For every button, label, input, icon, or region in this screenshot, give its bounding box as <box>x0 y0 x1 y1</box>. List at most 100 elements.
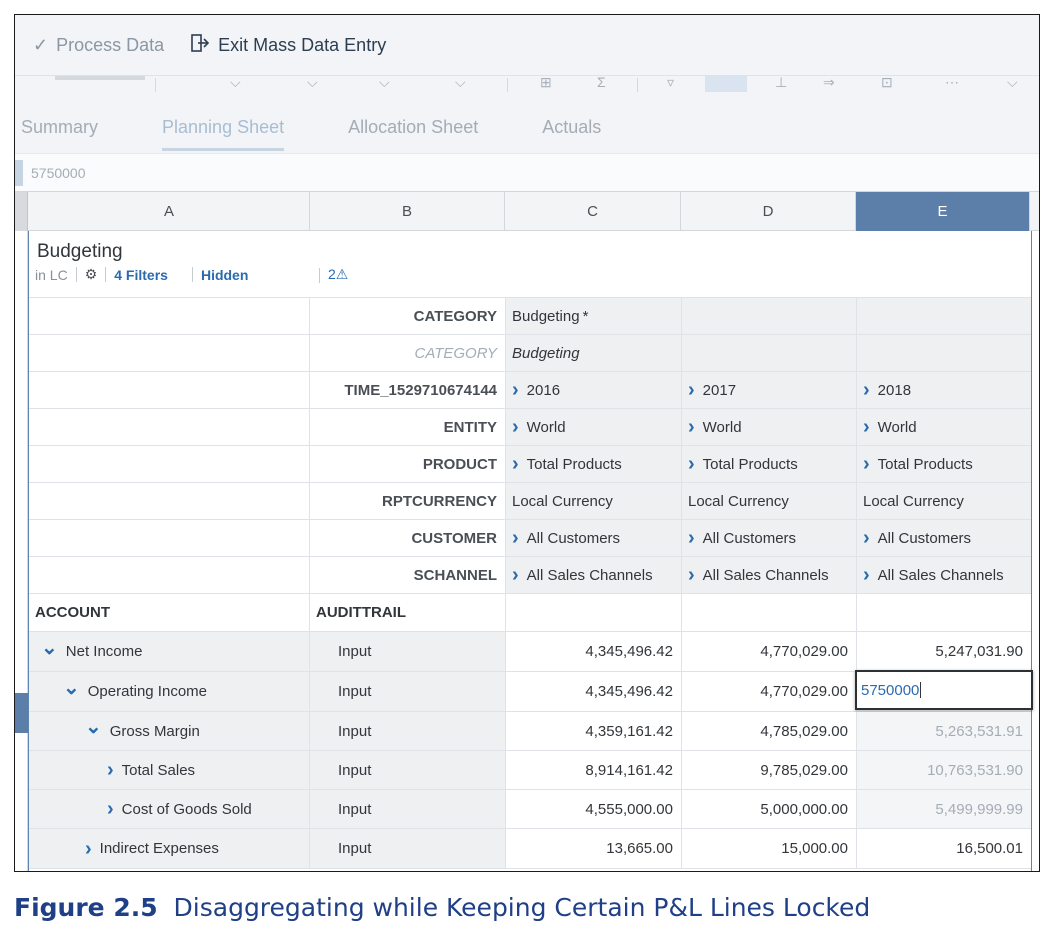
chevron-right-icon[interactable]: › <box>863 379 870 402</box>
toolbar-filter-icon[interactable]: ▿ <box>667 76 674 89</box>
dimension-member-cell-e[interactable]: › Total Products <box>857 446 1031 483</box>
chevron-down-icon[interactable]: ⌄ <box>41 638 58 658</box>
chevron-right-icon[interactable]: › <box>107 799 114 819</box>
account-label: Cost of Goods Sold <box>121 800 252 818</box>
chevron-right-icon[interactable]: › <box>107 760 114 780</box>
tab-planning-sheet-label: Planning Sheet <box>162 117 285 137</box>
account-cell[interactable]: › Total Sales <box>29 751 310 790</box>
cell-edit-input[interactable]: 5750000 <box>855 670 1033 710</box>
value-cell-c[interactable]: 4,555,000.00 <box>506 790 682 829</box>
toolbar-chart-icon[interactable]: ⌵ <box>307 76 318 89</box>
exit-mass-data-entry-button[interactable]: Exit Mass Data Entry <box>190 33 386 58</box>
value-cell-e[interactable]: 5,499,999.99 <box>857 790 1031 829</box>
value-cell-c[interactable]: 8,914,161.42 <box>506 751 682 790</box>
value-cell-d[interactable]: 5,000,000.00 <box>682 790 857 829</box>
process-data-button[interactable]: ✓ Process Data <box>33 35 164 56</box>
tab-planning-sheet[interactable]: Planning Sheet <box>162 101 285 153</box>
dimension-member-cell-c[interactable]: › Total Products <box>506 446 682 483</box>
dimension-member-cell-d <box>682 298 857 335</box>
dimension-member-cell-e[interactable]: › 2018 <box>857 372 1031 409</box>
dimension-member-cell-c[interactable]: Budgeting <box>506 335 682 372</box>
toolbar-share-icon[interactable]: ⌵ <box>455 76 466 89</box>
toolbar-table-icon[interactable]: ⌵ <box>379 76 390 89</box>
value-cell-d[interactable]: 4,785,029.00 <box>682 712 857 751</box>
dimension-member-cell-d[interactable]: Local Currency <box>682 483 857 520</box>
dimension-member-cell-e[interactable]: › World <box>857 409 1031 446</box>
value-cell-d[interactable]: 4,770,029.00 <box>682 672 857 712</box>
tab-summary[interactable]: Summary <box>21 101 98 153</box>
filters-link[interactable]: 4 Filters <box>114 267 168 283</box>
chevron-right-icon[interactable]: › <box>863 527 870 550</box>
chevron-right-icon[interactable]: › <box>512 379 519 402</box>
chevron-right-icon[interactable]: › <box>688 564 695 587</box>
toolbar-more-icon[interactable]: ⋯ <box>945 76 959 89</box>
value-cell-c[interactable]: 4,359,161.42 <box>506 712 682 751</box>
chevron-right-icon[interactable]: › <box>688 379 695 402</box>
dimension-member-cell-d[interactable]: › Total Products <box>682 446 857 483</box>
chevron-right-icon[interactable]: › <box>512 564 519 587</box>
dimension-member-cell-c[interactable]: › All Sales Channels <box>506 557 682 594</box>
column-header-c[interactable]: C <box>505 192 681 231</box>
value-cell-d[interactable]: 9,785,029.00 <box>682 751 857 790</box>
value-cell-e[interactable]: 16,500.01 <box>857 829 1031 869</box>
dimension-member-cell-e[interactable]: › All Customers <box>857 520 1031 557</box>
audittrail-cell: Input <box>310 829 506 869</box>
dimension-member-cell-d[interactable]: › All Customers <box>682 520 857 557</box>
value-cell-e[interactable]: 5,263,531.91 <box>857 712 1031 751</box>
warnings-indicator[interactable]: 2⚠ <box>319 266 348 283</box>
chevron-right-icon[interactable]: › <box>512 527 519 550</box>
dimension-member-cell-c[interactable]: Budgeting * <box>506 298 682 335</box>
chevron-right-icon[interactable]: › <box>688 527 695 550</box>
toolbar-grid-icon[interactable]: ⊞ <box>540 76 552 89</box>
value-cell-e[interactable]: 5,247,031.90 <box>857 632 1031 672</box>
chevron-right-icon[interactable]: › <box>512 453 519 476</box>
account-cell[interactable]: › Cost of Goods Sold <box>29 790 310 829</box>
formula-bar[interactable]: 5750000 <box>15 153 1039 191</box>
chevron-right-icon[interactable]: › <box>863 564 870 587</box>
account-cell[interactable]: ⌄ Operating Income <box>29 672 310 712</box>
value-cell-e[interactable]: 10,763,531.90 <box>857 751 1031 790</box>
dimension-member-cell-d[interactable]: › All Sales Channels <box>682 557 857 594</box>
account-cell[interactable]: ⌄ Net Income <box>29 632 310 672</box>
column-header-a[interactable]: A <box>29 192 310 231</box>
meta-separator <box>105 267 107 282</box>
chevron-right-icon[interactable]: › <box>688 453 695 476</box>
chevron-right-icon[interactable]: › <box>85 839 92 859</box>
account-cell[interactable]: › Indirect Expenses <box>29 829 310 869</box>
chevron-right-icon[interactable]: › <box>688 416 695 439</box>
dimension-member-cell-d[interactable]: › World <box>682 409 857 446</box>
chevron-down-icon[interactable]: ⌄ <box>63 678 80 698</box>
chevron-right-icon[interactable]: › <box>863 453 870 476</box>
toolbar-chevron-icon[interactable]: ⌵ <box>1007 76 1018 89</box>
chevron-right-icon[interactable]: › <box>512 416 519 439</box>
value-cell-d[interactable]: 15,000.00 <box>682 829 857 869</box>
dimension-member-cell-c[interactable]: › All Customers <box>506 520 682 557</box>
dimension-member-cell-e[interactable]: Local Currency <box>857 483 1031 520</box>
value-cell-d[interactable]: 4,770,029.00 <box>682 632 857 672</box>
value-cell-c[interactable]: 4,345,496.42 <box>506 672 682 712</box>
toolbar-sum-icon[interactable]: Σ <box>597 76 606 89</box>
toolbar-export-icon[interactable]: ⊡ <box>881 76 893 89</box>
dimension-member-cell-e[interactable]: › All Sales Channels <box>857 557 1031 594</box>
dimension-member-cell-d[interactable]: › 2017 <box>682 372 857 409</box>
chevron-down-icon[interactable]: ⌄ <box>85 717 102 737</box>
select-all-corner[interactable] <box>15 192 28 231</box>
hidden-link[interactable]: Hidden <box>201 267 248 283</box>
column-header-e[interactable]: E <box>856 192 1030 231</box>
value-cell-c[interactable]: 13,665.00 <box>506 829 682 869</box>
dimension-member-cell-c[interactable]: › World <box>506 409 682 446</box>
value-cell-c[interactable]: 4,345,496.42 <box>506 632 682 672</box>
toolbar-formula-icon[interactable] <box>705 76 747 92</box>
dimension-member-cell-c[interactable]: Local Currency <box>506 483 682 520</box>
settings-gear-icon[interactable]: ⚙ <box>85 266 98 283</box>
chevron-right-icon[interactable]: › <box>863 416 870 439</box>
toolbar-arrow-icon[interactable]: ⇒ <box>823 76 835 89</box>
column-header-d[interactable]: D <box>681 192 856 231</box>
tab-actuals[interactable]: Actuals <box>542 101 601 153</box>
toolbar-brush-icon[interactable]: ⌵ <box>230 76 241 89</box>
tab-allocation-sheet[interactable]: Allocation Sheet <box>348 101 478 153</box>
account-cell[interactable]: ⌄ Gross Margin <box>29 712 310 751</box>
dimension-member-cell-c[interactable]: › 2016 <box>506 372 682 409</box>
toolbar-sort-icon[interactable]: ⊥ <box>775 76 787 89</box>
column-header-b[interactable]: B <box>310 192 505 231</box>
